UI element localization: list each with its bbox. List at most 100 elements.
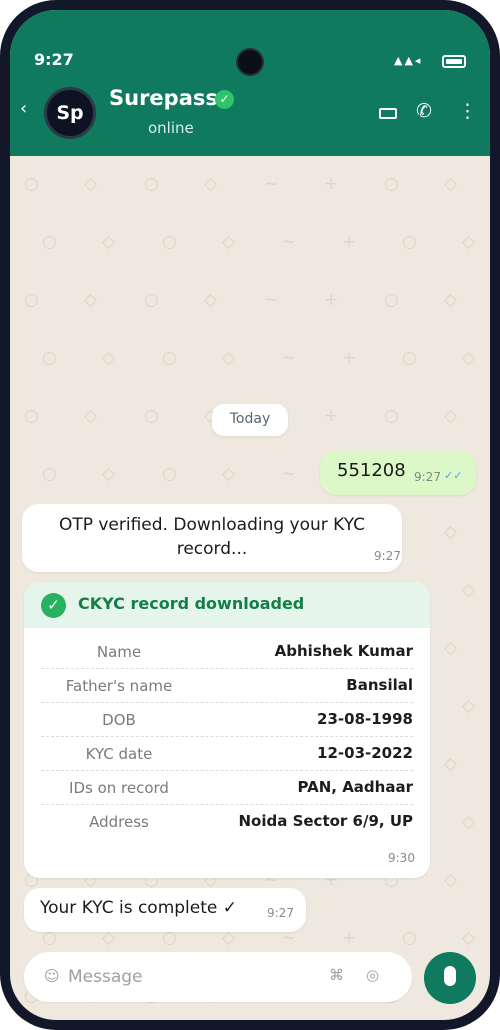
field-value: PAN, Aadhaar <box>297 778 414 796</box>
message-text: OTP verified. Downloading your KYC recor… <box>58 515 366 559</box>
message-time: 9:27 <box>414 470 441 484</box>
wallpaper-doodle: ◇ <box>462 696 476 716</box>
more-icon[interactable]: ⋮ <box>458 100 477 122</box>
wallpaper-doodle: ◇ <box>102 464 116 484</box>
card-title: CKYC record downloaded <box>78 594 305 613</box>
wallpaper-doodle: ◇ <box>204 290 218 310</box>
wallpaper-doodle: ○ <box>384 290 399 310</box>
wallpaper-doodle: ○ <box>144 174 159 194</box>
wallpaper-doodle: ○ <box>402 232 417 252</box>
field-label: KYC date <box>85 745 153 763</box>
wallpaper-doodle: ~ <box>282 232 297 252</box>
wallpaper-doodle: ◇ <box>444 406 458 426</box>
wallpaper-doodle: ◇ <box>462 812 476 832</box>
wallpaper-doodle: ~ <box>282 928 297 948</box>
wallpaper-doodle: ○ <box>42 928 57 948</box>
wallpaper-doodle: ◇ <box>444 522 458 542</box>
message-time: 9:27 <box>267 906 294 920</box>
wallpaper-doodle: ~ <box>282 464 297 484</box>
contact-name[interactable]: Surepass <box>109 86 218 110</box>
back-icon[interactable]: ‹ <box>20 98 27 119</box>
wallpaper-doodle: ◇ <box>102 348 116 368</box>
camera-cutout <box>236 48 264 76</box>
kyc-row-ids: IDs on record PAN, Aadhaar <box>41 771 413 805</box>
wallpaper-doodle: ◇ <box>204 174 218 194</box>
avatar[interactable]: Sp <box>44 87 96 139</box>
wallpaper-doodle: ○ <box>384 406 399 426</box>
wallpaper-doodle: ◇ <box>444 638 458 658</box>
emoji-icon[interactable]: ☺ <box>44 967 60 985</box>
wallpaper-doodle: ~ <box>264 290 279 310</box>
kyc-row-name: Name Abhishek Kumar <box>41 635 413 669</box>
wallpaper-doodle: ○ <box>402 928 417 948</box>
wallpaper-doodle: ◇ <box>84 406 98 426</box>
field-value: 23-08-1998 <box>317 710 413 728</box>
chat-header: 9:27 ▲▲◂ ‹ Sp Surepass ✓ online ✆ ⋮ <box>10 10 490 156</box>
field-value: Noida Sector 6/9, UP <box>238 812 414 830</box>
status-time: 9:27 <box>34 50 74 69</box>
wallpaper-doodle: ○ <box>24 290 39 310</box>
kyc-row-dob: DOB 23-08-1998 <box>41 703 413 737</box>
wallpaper-doodle: ◇ <box>102 928 116 948</box>
mic-button[interactable] <box>424 952 476 1004</box>
field-value: Bansilal <box>346 676 413 694</box>
kyc-row-fathers-name: Father's name Bansilal <box>41 669 413 703</box>
date-chip: Today <box>212 404 288 436</box>
wallpaper-doodle: ◇ <box>222 928 236 948</box>
kyc-record-card[interactable]: ✓ CKYC record downloaded Name Abhishek K… <box>24 582 430 878</box>
wallpaper-doodle: ○ <box>162 232 177 252</box>
wallpaper-doodle: ~ <box>282 348 297 368</box>
wallpaper-doodle: ○ <box>42 464 57 484</box>
wallpaper-doodle: ○ <box>144 290 159 310</box>
phone-icon[interactable]: ✆ <box>416 100 432 122</box>
message-composer: ☺ ⌘ ◎ <box>24 952 412 1002</box>
kyc-row-kyc-date: KYC date 12-03-2022 <box>41 737 413 771</box>
contact-status: online <box>148 119 194 137</box>
wallpaper-doodle: ○ <box>24 174 39 194</box>
wallpaper-doodle: + <box>342 348 357 368</box>
incoming-message[interactable]: OTP verified. Downloading your KYC recor… <box>22 504 402 572</box>
wallpaper-doodle: ~ <box>264 174 279 194</box>
kyc-row-address: Address Noida Sector 6/9, UP <box>41 805 413 839</box>
message-input[interactable] <box>68 962 308 992</box>
video-call-icon[interactable] <box>379 108 397 119</box>
wallpaper-doodle: ◇ <box>444 174 458 194</box>
kyc-fields: Name Abhishek Kumar Father's name Bansil… <box>41 635 413 839</box>
field-label: Name <box>96 643 142 661</box>
wallpaper-doodle: ○ <box>144 406 159 426</box>
wallpaper-doodle: ◇ <box>222 464 236 484</box>
wallpaper-doodle: ◇ <box>84 174 98 194</box>
verified-icon: ✓ <box>215 90 234 109</box>
wallpaper-doodle: ◇ <box>444 754 458 774</box>
field-label: DOB <box>102 711 136 729</box>
wallpaper-doodle: ◇ <box>444 290 458 310</box>
field-label: Address <box>89 813 149 831</box>
wallpaper-doodle: + <box>324 290 339 310</box>
wallpaper-doodle: ◇ <box>462 348 476 368</box>
check-circle-icon: ✓ <box>41 593 66 618</box>
wallpaper-doodle: + <box>324 174 339 194</box>
wallpaper-doodle: ◇ <box>462 928 476 948</box>
screen: 9:27 ▲▲◂ ‹ Sp Surepass ✓ online ✆ ⋮ ○ ◇ ○ ◇… <box>10 10 490 1020</box>
signal-icon: ▲▲◂ <box>394 54 423 67</box>
wallpaper-doodle: ○ <box>162 464 177 484</box>
wallpaper-doodle: ○ <box>162 928 177 948</box>
field-label: IDs on record <box>69 779 169 797</box>
field-label: Father's name <box>65 677 173 695</box>
attach-icon[interactable]: ⌘ <box>329 966 344 984</box>
wallpaper-doodle: ◇ <box>444 870 458 890</box>
field-value: 12-03-2022 <box>317 744 413 762</box>
wallpaper-doodle: ○ <box>24 406 39 426</box>
message-time: 9:27 <box>374 549 401 563</box>
wallpaper-doodle: ◇ <box>84 290 98 310</box>
wallpaper-doodle: ◇ <box>462 232 476 252</box>
outgoing-message[interactable]: 551208 9:27 ✓✓ <box>320 451 476 495</box>
read-ticks-icon: ✓✓ <box>444 469 463 482</box>
camera-icon[interactable]: ◎ <box>366 966 379 984</box>
battery-icon <box>442 55 466 68</box>
message-text: Your KYC is complete ✓ <box>40 898 238 918</box>
incoming-message[interactable]: Your KYC is complete ✓ 9:27 <box>24 888 306 932</box>
wallpaper-doodle: ◇ <box>222 348 236 368</box>
wallpaper-doodle: + <box>342 928 357 948</box>
message-time: 9:30 <box>388 851 415 865</box>
